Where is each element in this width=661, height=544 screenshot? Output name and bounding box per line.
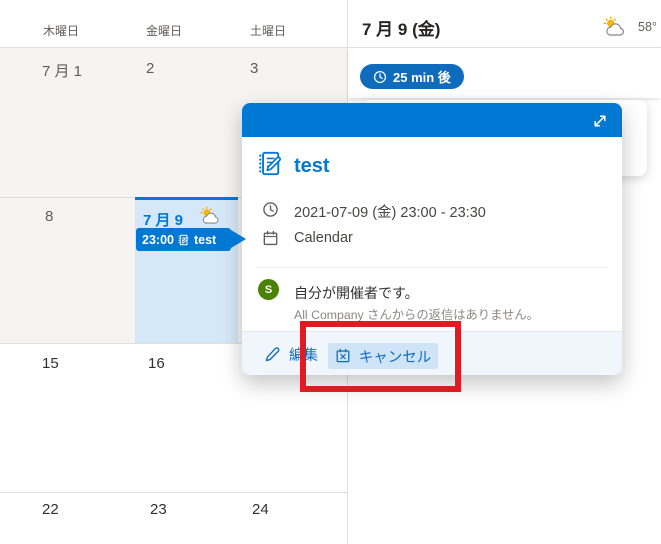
organizer-avatar: S [258,279,279,300]
pencil-icon [264,346,281,363]
event-popup: test 2021-07-09 (金) 23:00 - 23:30 Calend… [242,103,622,375]
outlook-calendar-screen: 木曜日 金曜日 土曜日 7 月 1 2 3 8 15 16 22 23 24 7… [0,0,661,544]
temperature-label: 58° [638,20,657,34]
clock-icon [262,201,279,218]
edit-button[interactable]: 編集 [264,342,318,366]
popup-footer: 編集 キャンセル [242,331,622,375]
reminder-pill[interactable]: 25 min 後 [360,64,464,89]
popup-divider [256,267,608,268]
event-chip-title: test [193,232,217,247]
calendar-x-icon [335,348,351,364]
date-cell-jul1[interactable]: 7 月 1 [42,60,82,81]
selected-day-date: 7 月 9 [143,212,184,229]
cancel-button[interactable]: キャンセル [328,343,438,369]
note-pencil-icon [178,234,190,246]
weather-partly-sunny-icon [199,206,223,225]
event-chip[interactable]: 23:00 test [136,228,231,251]
cancel-label: キャンセル [358,349,432,366]
date-cell-24[interactable]: 24 [252,501,269,518]
weather-partly-sunny-icon [602,16,629,37]
popup-event-title: test [294,155,330,177]
reminder-text: 25 min 後 [393,70,451,85]
date-cell-16[interactable]: 16 [148,355,165,372]
date-cell-23[interactable]: 23 [150,501,167,518]
day-header-saturday: 土曜日 [250,24,287,38]
date-cell-22[interactable]: 22 [42,501,59,518]
day-header-friday: 金曜日 [146,24,183,38]
day-header-thursday: 木曜日 [43,24,80,38]
calendar-name: Calendar [294,230,353,246]
event-chip-callout-arrow [231,230,246,248]
expand-diagonal-icon [592,113,608,129]
clock-icon [373,70,387,84]
event-title-icon [258,150,285,177]
event-datetime: 2021-07-09 (金) 23:00 - 23:30 [294,205,486,221]
event-chip-time: 23:00 [142,232,174,247]
date-cell-8[interactable]: 8 [45,208,53,225]
organizer-text: 自分が開催者です。 [294,285,419,301]
grid-row-line-3 [0,492,347,493]
response-status-text: All Company さんからの返信はありません。 [294,308,539,322]
popup-header [242,103,622,137]
panel-date-heading: 7 月 9 (金) [362,20,441,39]
selected-day-cell-jul9[interactable]: 7 月 9 [135,197,238,343]
edit-label: 編集 [289,347,318,364]
date-cell-3[interactable]: 3 [250,60,258,77]
calendar-icon [262,230,279,247]
expand-popup-button[interactable] [588,109,612,133]
reminder-strip: 25 min 後 [348,48,661,98]
date-cell-2[interactable]: 2 [146,60,154,77]
date-cell-15[interactable]: 15 [42,355,59,372]
